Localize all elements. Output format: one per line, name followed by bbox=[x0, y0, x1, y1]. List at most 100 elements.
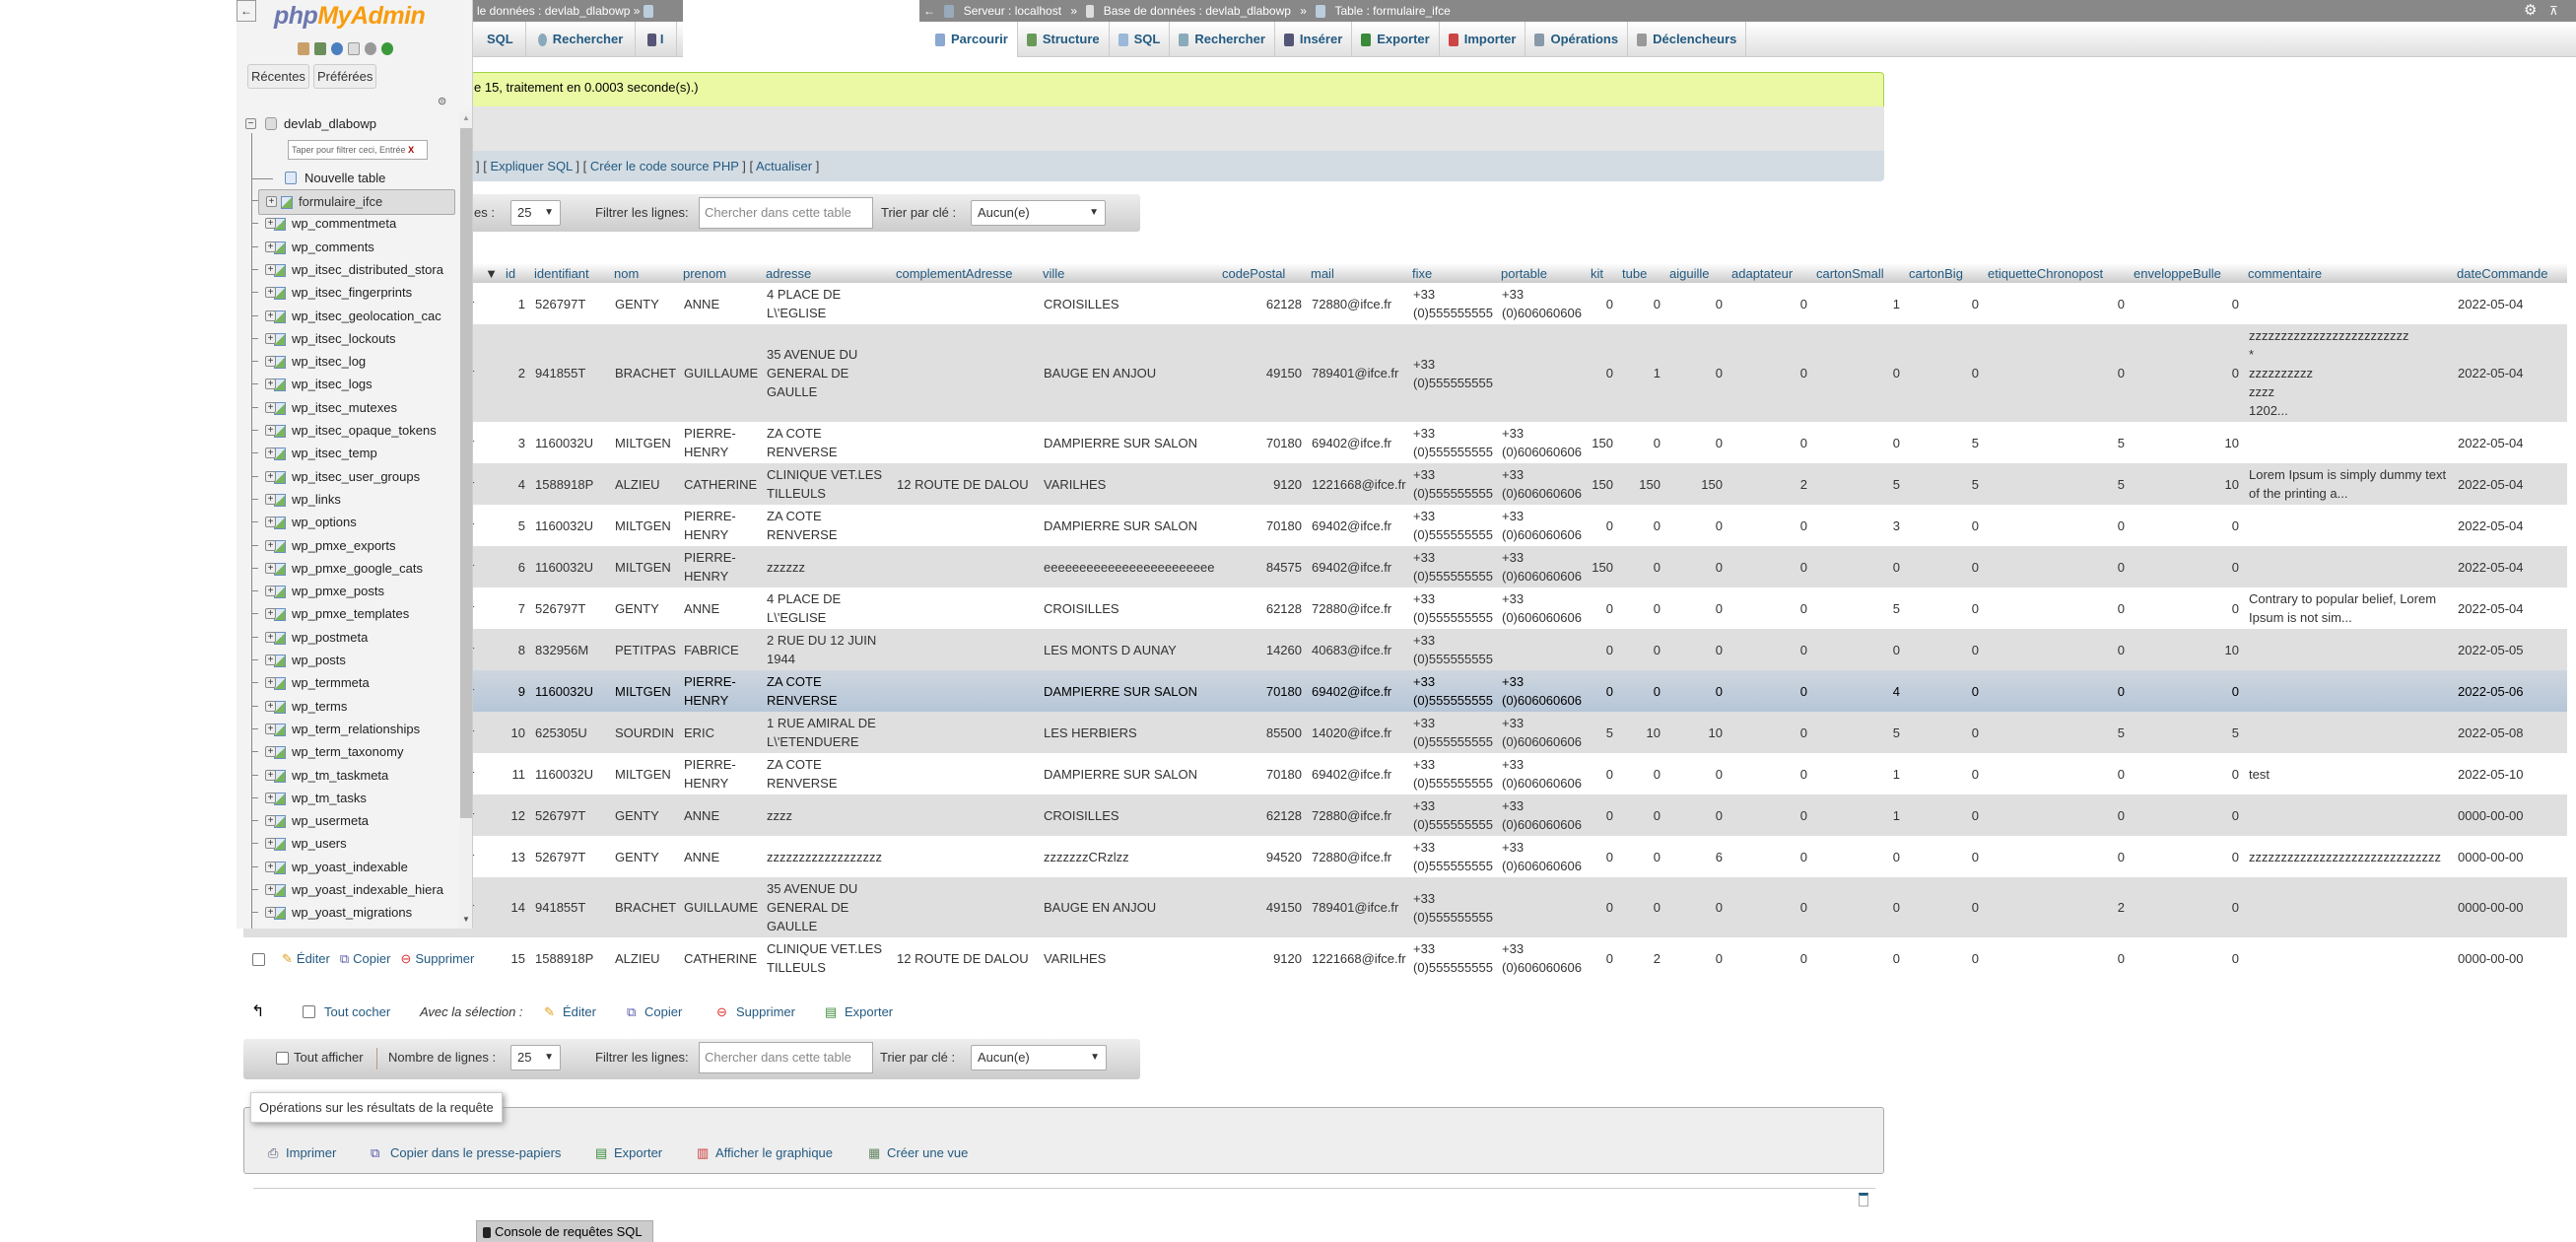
sidebar-table-item[interactable]: + wp_pmxe_posts bbox=[258, 580, 455, 602]
cell-cartonBig[interactable]: 0 bbox=[1905, 324, 1984, 422]
cell-tube[interactable]: 0 bbox=[1618, 794, 1665, 836]
cell-adresse[interactable]: 35 AVENUE DU GENERAL DE GAULLE bbox=[762, 324, 892, 422]
display-chart-link[interactable]: Afficher le graphique bbox=[715, 1143, 833, 1163]
column-header-enveloppeBulle[interactable]: enveloppeBulle bbox=[2130, 263, 2244, 283]
show-all-checkbox[interactable] bbox=[276, 1052, 289, 1065]
cell-adresse[interactable]: zzzzzz bbox=[762, 546, 892, 587]
cell-adresse[interactable]: ZA COTE RENVERSE bbox=[762, 422, 892, 463]
sidebar-table-item[interactable]: + wp_itsec_lockouts bbox=[258, 327, 455, 350]
tab-importer[interactable]: Importer bbox=[1440, 22, 1526, 57]
cell-dateCommande[interactable]: 2022-05-10 bbox=[2453, 753, 2567, 794]
export-link[interactable]: Exporter bbox=[614, 1143, 662, 1163]
cell-portable[interactable]: +33 (0)606060606 bbox=[1497, 836, 1587, 877]
cell-identifiant[interactable]: 526797T bbox=[530, 587, 610, 629]
cell-kit[interactable]: 0 bbox=[1587, 505, 1618, 546]
tab-exporter[interactable]: Exporter bbox=[1352, 22, 1440, 57]
cell-etiquetteChronopost[interactable]: 0 bbox=[1984, 836, 2130, 877]
home-icon[interactable] bbox=[298, 42, 309, 55]
breadcrumb-table[interactable]: Table : formulaire_ifce bbox=[1334, 4, 1450, 18]
cell-prenom[interactable]: PIERRE- HENRY bbox=[679, 422, 762, 463]
cell-ville[interactable]: DAMPIERRE SUR SALON bbox=[1039, 422, 1218, 463]
cell-adresse[interactable]: 2 RUE DU 12 JUIN 1944 bbox=[762, 629, 892, 670]
cell-tube[interactable]: 0 bbox=[1618, 670, 1665, 712]
cell-etiquetteChronopost[interactable]: 0 bbox=[1984, 283, 2130, 324]
cell-mail[interactable]: 789401@ifce.fr bbox=[1307, 877, 1408, 937]
cell-adaptateur[interactable]: 2 bbox=[1728, 463, 1812, 505]
column-header-kit[interactable]: kit bbox=[1587, 263, 1618, 283]
expand-icon[interactable]: + bbox=[265, 517, 276, 528]
expand-icon[interactable]: + bbox=[265, 401, 276, 413]
cell-id[interactable]: 5 bbox=[502, 505, 530, 546]
cell-cartonBig[interactable]: 0 bbox=[1905, 546, 1984, 587]
sidebar-table-item[interactable]: + wp_itsec_mutexes bbox=[258, 396, 455, 419]
cell-dateCommande[interactable]: 2022-05-08 bbox=[2453, 712, 2567, 753]
tab-structure[interactable]: Structure bbox=[1018, 22, 1110, 57]
cell-kit[interactable]: 0 bbox=[1587, 283, 1618, 324]
cell-cartonSmall[interactable]: 5 bbox=[1812, 712, 1905, 753]
cell-nom[interactable]: GENTY bbox=[610, 836, 679, 877]
cell-dateCommande[interactable]: 2022-05-04 bbox=[2453, 546, 2567, 587]
table-row[interactable]: ✎Éditer⧉Copier⊖Supprimer1526797TGENTYANN… bbox=[243, 283, 2567, 324]
cell-etiquetteChronopost[interactable]: 0 bbox=[1984, 324, 2130, 422]
cell-prenom[interactable]: PIERRE- HENRY bbox=[679, 753, 762, 794]
sidebar-table-item[interactable]: + formulaire_ifce bbox=[258, 189, 455, 215]
column-header-fixe[interactable]: fixe bbox=[1408, 263, 1497, 283]
cell-complementAdresse[interactable] bbox=[892, 670, 1039, 712]
cell-complementAdresse[interactable] bbox=[892, 422, 1039, 463]
cell-enveloppeBulle[interactable]: 0 bbox=[2130, 546, 2244, 587]
cell-cartonSmall[interactable]: 0 bbox=[1812, 546, 1905, 587]
cell-nom[interactable]: GENTY bbox=[610, 794, 679, 836]
cell-commentaire[interactable] bbox=[2244, 283, 2453, 324]
cell-enveloppeBulle[interactable]: 0 bbox=[2130, 505, 2244, 546]
settings-icon[interactable]: ⚙ bbox=[2524, 0, 2537, 22]
cell-adresse[interactable]: zzzz bbox=[762, 794, 892, 836]
cell-prenom[interactable]: GUILLAUME bbox=[679, 324, 762, 422]
sidebar-scrollbar[interactable]: ▲ ▼ bbox=[459, 111, 472, 929]
cell-prenom[interactable]: PIERRE- HENRY bbox=[679, 505, 762, 546]
cell-nom[interactable]: MILTGEN bbox=[610, 546, 679, 587]
cell-fixe[interactable]: +33 (0)555555555 bbox=[1408, 629, 1497, 670]
cell-fixe[interactable]: +33 (0)555555555 bbox=[1408, 753, 1497, 794]
cell-codePostal[interactable]: 9120 bbox=[1218, 463, 1307, 505]
cell-cartonSmall[interactable]: 4 bbox=[1812, 670, 1905, 712]
expand-icon[interactable]: + bbox=[265, 448, 276, 459]
cell-complementAdresse[interactable] bbox=[892, 753, 1039, 794]
cell-adaptateur[interactable]: 0 bbox=[1728, 937, 1812, 979]
cell-portable[interactable]: +33 (0)606060606 bbox=[1497, 937, 1587, 979]
cell-cartonSmall[interactable]: 0 bbox=[1812, 937, 1905, 979]
new-table-link[interactable]: Nouvelle table bbox=[305, 169, 385, 188]
cell-tube[interactable]: 0 bbox=[1618, 587, 1665, 629]
cell-id[interactable]: 14 bbox=[502, 877, 530, 937]
cell-enveloppeBulle[interactable]: 0 bbox=[2130, 877, 2244, 937]
expand-icon[interactable]: + bbox=[265, 631, 276, 643]
cell-fixe[interactable]: +33 (0)555555555 bbox=[1408, 877, 1497, 937]
column-header-nom[interactable]: nom bbox=[610, 263, 679, 283]
cell-dateCommande[interactable]: 2022-05-06 bbox=[2453, 670, 2567, 712]
row-delete-button[interactable]: Supprimer bbox=[415, 951, 474, 966]
cell-id[interactable]: 12 bbox=[502, 794, 530, 836]
cell-id[interactable]: 2 bbox=[502, 324, 530, 422]
expand-icon[interactable]: + bbox=[265, 493, 276, 505]
table-row[interactable]: ✎Éditer⧉Copier⊖Supprimer91160032UMILTGEN… bbox=[243, 670, 2567, 712]
cell-complementAdresse[interactable] bbox=[892, 546, 1039, 587]
cell-aiguille[interactable]: 0 bbox=[1665, 422, 1728, 463]
cell-kit[interactable]: 150 bbox=[1587, 546, 1618, 587]
cell-kit[interactable]: 0 bbox=[1587, 629, 1618, 670]
cell-adaptateur[interactable]: 0 bbox=[1728, 546, 1812, 587]
cell-enveloppeBulle[interactable]: 0 bbox=[2130, 753, 2244, 794]
cell-prenom[interactable]: GUILLAUME bbox=[679, 877, 762, 937]
sidebar-table-item[interactable]: + wp_itsec_user_groups bbox=[258, 465, 455, 488]
cell-dateCommande[interactable]: 2022-05-04 bbox=[2453, 283, 2567, 324]
cell-adresse[interactable]: 35 AVENUE DU GENERAL DE GAULLE bbox=[762, 877, 892, 937]
expand-icon[interactable]: + bbox=[265, 815, 276, 827]
cell-etiquetteChronopost[interactable]: 0 bbox=[1984, 629, 2130, 670]
cell-adresse[interactable]: 4 PLACE DE L\'EGLISE bbox=[762, 587, 892, 629]
cell-ville[interactable]: VARILHES bbox=[1039, 463, 1218, 505]
column-header-adaptateur[interactable]: adaptateur bbox=[1728, 263, 1812, 283]
expand-icon[interactable]: + bbox=[265, 586, 276, 597]
cell-adaptateur[interactable]: 0 bbox=[1728, 324, 1812, 422]
cell-portable[interactable]: +33 (0)606060606 bbox=[1497, 422, 1587, 463]
breadcrumb-fragment[interactable]: le données : devlab_dlabowp » bbox=[477, 4, 640, 18]
cell-complementAdresse[interactable] bbox=[892, 712, 1039, 753]
cell-portable[interactable]: +33 (0)606060606 bbox=[1497, 670, 1587, 712]
